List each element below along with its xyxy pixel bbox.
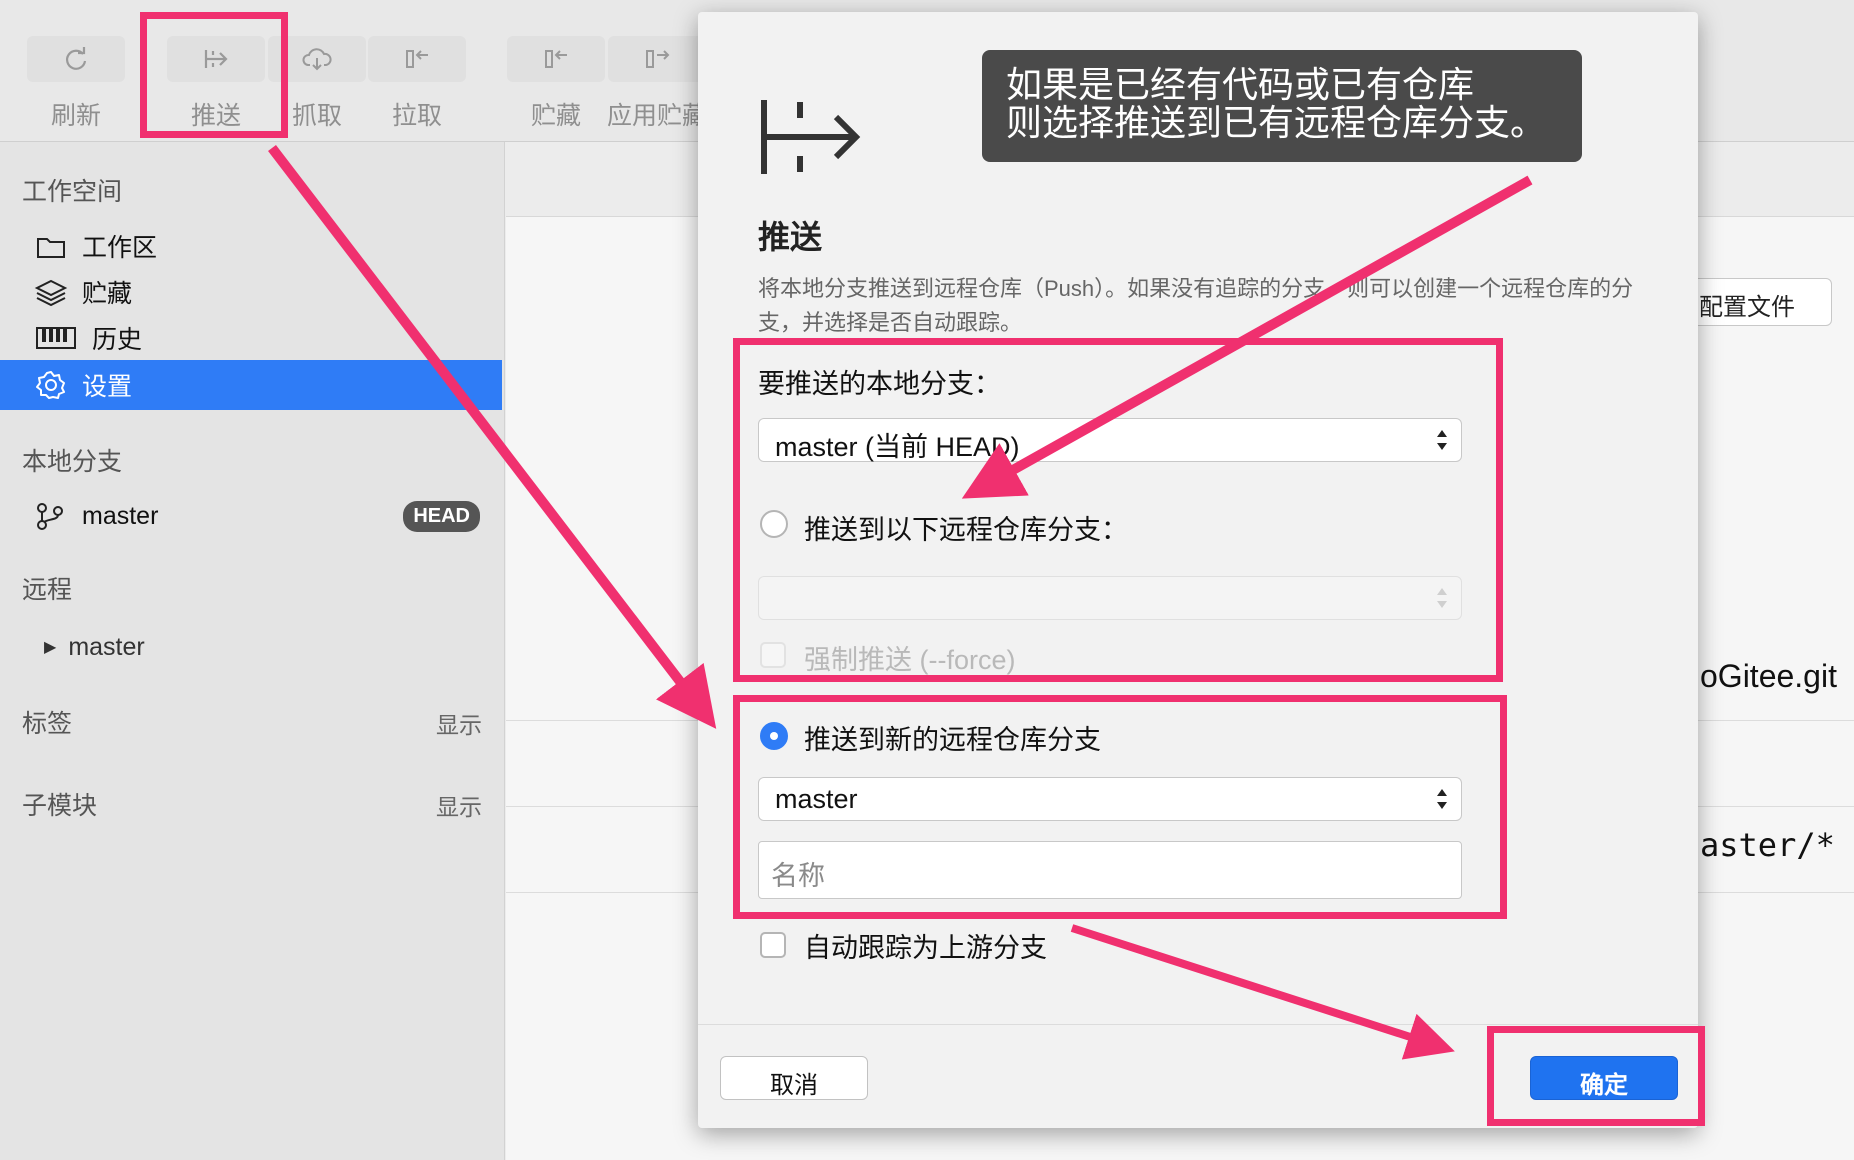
arrow-to-ok-button xyxy=(1070,924,1455,1060)
arrow-callout-to-local-branch xyxy=(961,175,1533,499)
annotation-arrows xyxy=(268,144,1533,1060)
arrow-push-to-new-branch xyxy=(268,144,717,729)
